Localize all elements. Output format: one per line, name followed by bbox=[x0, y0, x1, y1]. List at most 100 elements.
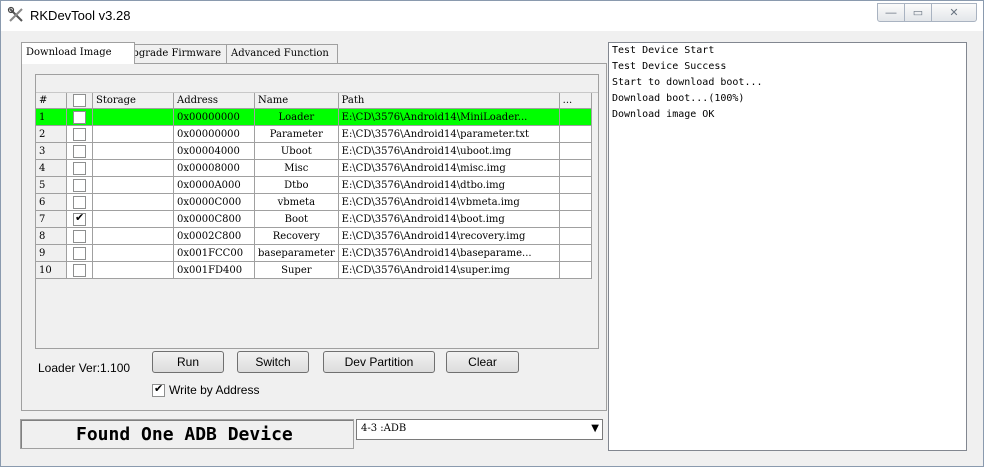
log-line: Start to download boot... bbox=[612, 77, 763, 88]
row-select-checkbox[interactable] bbox=[73, 127, 86, 141]
log-output[interactable]: Test Device Start Test Device Success Star… bbox=[608, 42, 967, 451]
row-name: Boot bbox=[254, 210, 339, 228]
row-checkbox[interactable] bbox=[66, 159, 93, 177]
table-row[interactable]: 10 0x001FD400 Super E:\CD\3576\Android14\su… bbox=[36, 261, 592, 279]
tab-upgrade-firmware[interactable]: Upgrade Firmware bbox=[119, 44, 227, 63]
table-row[interactable]: 9 0x001FCC00 baseparameter E:\CD\3576\Andro… bbox=[36, 244, 592, 262]
row-path[interactable]: E:\CD\3576\Android14\misc.img bbox=[338, 159, 560, 177]
table-row[interactable]: 4 0x00008000 Misc E:\CD\3576\Android14\misc… bbox=[36, 159, 592, 177]
col-name[interactable]: Name bbox=[254, 93, 339, 109]
row-path[interactable]: E:\CD\3576\Android14\parameter.txt bbox=[338, 125, 560, 143]
col-browse[interactable]: ... bbox=[559, 93, 592, 109]
row-select-checkbox[interactable] bbox=[73, 246, 86, 260]
maximize-button[interactable]: ▭ bbox=[904, 3, 932, 22]
row-name: Recovery bbox=[254, 227, 339, 245]
row-select-checkbox[interactable] bbox=[73, 110, 86, 124]
title-bar: RKDevTool v3.28 — ▭ ✕ bbox=[1, 1, 983, 31]
write-by-address-checkbox[interactable] bbox=[152, 382, 165, 397]
table-row[interactable]: 7 0x0000C800BootE:\CD\3576\Android14\boot… bbox=[36, 210, 592, 228]
row-checkbox[interactable] bbox=[66, 125, 93, 143]
row-storage bbox=[92, 159, 174, 177]
table-row[interactable]: 8 0x0002C800 Recovery E:\CD\3576\Android14\… bbox=[36, 227, 592, 245]
row-storage bbox=[92, 142, 174, 160]
row-checkbox[interactable] bbox=[66, 210, 93, 228]
table-row[interactable]: 2 0x00000000 Parameter E:\CD\3576\Android14… bbox=[36, 125, 592, 143]
row-storage bbox=[92, 244, 174, 262]
log-line: Test Device Success bbox=[612, 61, 727, 72]
close-button[interactable]: ✕ bbox=[931, 3, 977, 22]
row-storage bbox=[92, 261, 174, 279]
row-number: 6 bbox=[36, 193, 67, 211]
table-row[interactable]: 3 0x00004000 Uboot E:\CD\3576\Android14\ubo… bbox=[36, 142, 592, 160]
row-path[interactable]: E:\CD\3576\Android14\MiniLoader... bbox=[338, 108, 560, 126]
row-name: Uboot bbox=[254, 142, 339, 160]
switch-button[interactable]: Switch bbox=[237, 351, 309, 373]
col-storage[interactable]: Storage bbox=[92, 93, 174, 109]
row-browse[interactable] bbox=[559, 227, 592, 245]
row-browse[interactable] bbox=[559, 159, 592, 177]
row-path[interactable]: E:\CD\3576\Android14\uboot.img bbox=[338, 142, 560, 160]
select-all-checkbox[interactable] bbox=[73, 94, 86, 107]
col-select[interactable] bbox=[66, 93, 93, 109]
row-number: 10 bbox=[36, 261, 67, 279]
row-path[interactable]: E:\CD\3576\Android14\boot.img bbox=[338, 210, 560, 228]
status-text: Found One ADB Device bbox=[76, 424, 293, 445]
run-button[interactable]: Run bbox=[152, 351, 224, 373]
row-number: 9 bbox=[36, 244, 67, 262]
table-row[interactable]: 6 0x0000C000 vbmeta E:\CD\3576\Android14\vb… bbox=[36, 193, 592, 211]
row-browse[interactable] bbox=[559, 244, 592, 262]
row-browse[interactable] bbox=[559, 193, 592, 211]
row-checkbox[interactable] bbox=[66, 227, 93, 245]
device-select[interactable]: 4-3 :ADB ▼ bbox=[356, 419, 603, 440]
clear-button[interactable]: Clear bbox=[446, 351, 519, 373]
row-number: 2 bbox=[36, 125, 67, 143]
row-select-checkbox[interactable] bbox=[73, 211, 86, 226]
row-select-checkbox[interactable] bbox=[73, 178, 86, 192]
tab-advanced-function[interactable]: Advanced Function bbox=[226, 44, 338, 63]
row-browse[interactable] bbox=[559, 142, 592, 160]
row-name: baseparameter bbox=[254, 244, 339, 262]
table-row[interactable]: 5 0x0000A000 Dtbo E:\CD\3576\Android14\dtbo… bbox=[36, 176, 592, 194]
row-checkbox[interactable] bbox=[66, 176, 93, 194]
row-address: 0x00000000 bbox=[173, 108, 255, 126]
row-select-checkbox[interactable] bbox=[73, 263, 86, 277]
row-browse[interactable] bbox=[559, 210, 592, 228]
row-select-checkbox[interactable] bbox=[73, 144, 86, 158]
log-line: Download boot...(100%) bbox=[612, 93, 745, 104]
row-path[interactable]: E:\CD\3576\Android14\baseparame... bbox=[338, 244, 560, 262]
row-browse[interactable] bbox=[559, 108, 592, 126]
write-by-address-label: Write by Address bbox=[169, 383, 260, 397]
row-storage bbox=[92, 210, 174, 228]
row-browse[interactable] bbox=[559, 125, 592, 143]
row-select-checkbox[interactable] bbox=[73, 229, 86, 243]
row-checkbox[interactable] bbox=[66, 193, 93, 211]
row-checkbox[interactable] bbox=[66, 142, 93, 160]
row-number: 8 bbox=[36, 227, 67, 245]
row-path[interactable]: E:\CD\3576\Android14\super.img bbox=[338, 261, 560, 279]
row-address: 0x00000000 bbox=[173, 125, 255, 143]
table-row[interactable]: 1 0x00000000 Loader E:\CD\3576\Android14\Mi… bbox=[36, 108, 592, 126]
row-select-checkbox[interactable] bbox=[73, 195, 86, 209]
row-checkbox[interactable] bbox=[66, 108, 93, 126]
row-storage bbox=[92, 125, 174, 143]
row-path[interactable]: E:\CD\3576\Android14\vbmeta.img bbox=[338, 193, 560, 211]
row-storage bbox=[92, 176, 174, 194]
row-name: Super bbox=[254, 261, 339, 279]
row-browse[interactable] bbox=[559, 261, 592, 279]
col-path[interactable]: Path bbox=[338, 93, 560, 109]
row-checkbox[interactable] bbox=[66, 244, 93, 262]
row-browse[interactable] bbox=[559, 176, 592, 194]
row-checkbox[interactable] bbox=[66, 261, 93, 279]
row-path[interactable]: E:\CD\3576\Android14\dtbo.img bbox=[338, 176, 560, 194]
row-storage bbox=[92, 108, 174, 126]
row-select-checkbox[interactable] bbox=[73, 161, 86, 175]
minimize-button[interactable]: — bbox=[877, 3, 905, 22]
main-window: RKDevTool v3.28 — ▭ ✕ Download Image Upg… bbox=[0, 0, 984, 467]
col-number[interactable]: # bbox=[36, 93, 67, 109]
dev-partition-button[interactable]: Dev Partition bbox=[323, 351, 435, 373]
tab-download-image[interactable]: Download Image bbox=[21, 42, 135, 64]
write-by-address-option[interactable]: Write by Address bbox=[152, 382, 260, 397]
col-address[interactable]: Address bbox=[173, 93, 255, 109]
row-path[interactable]: E:\CD\3576\Android14\recovery.img bbox=[338, 227, 560, 245]
dropdown-arrow-icon[interactable]: ▼ bbox=[591, 423, 599, 434]
